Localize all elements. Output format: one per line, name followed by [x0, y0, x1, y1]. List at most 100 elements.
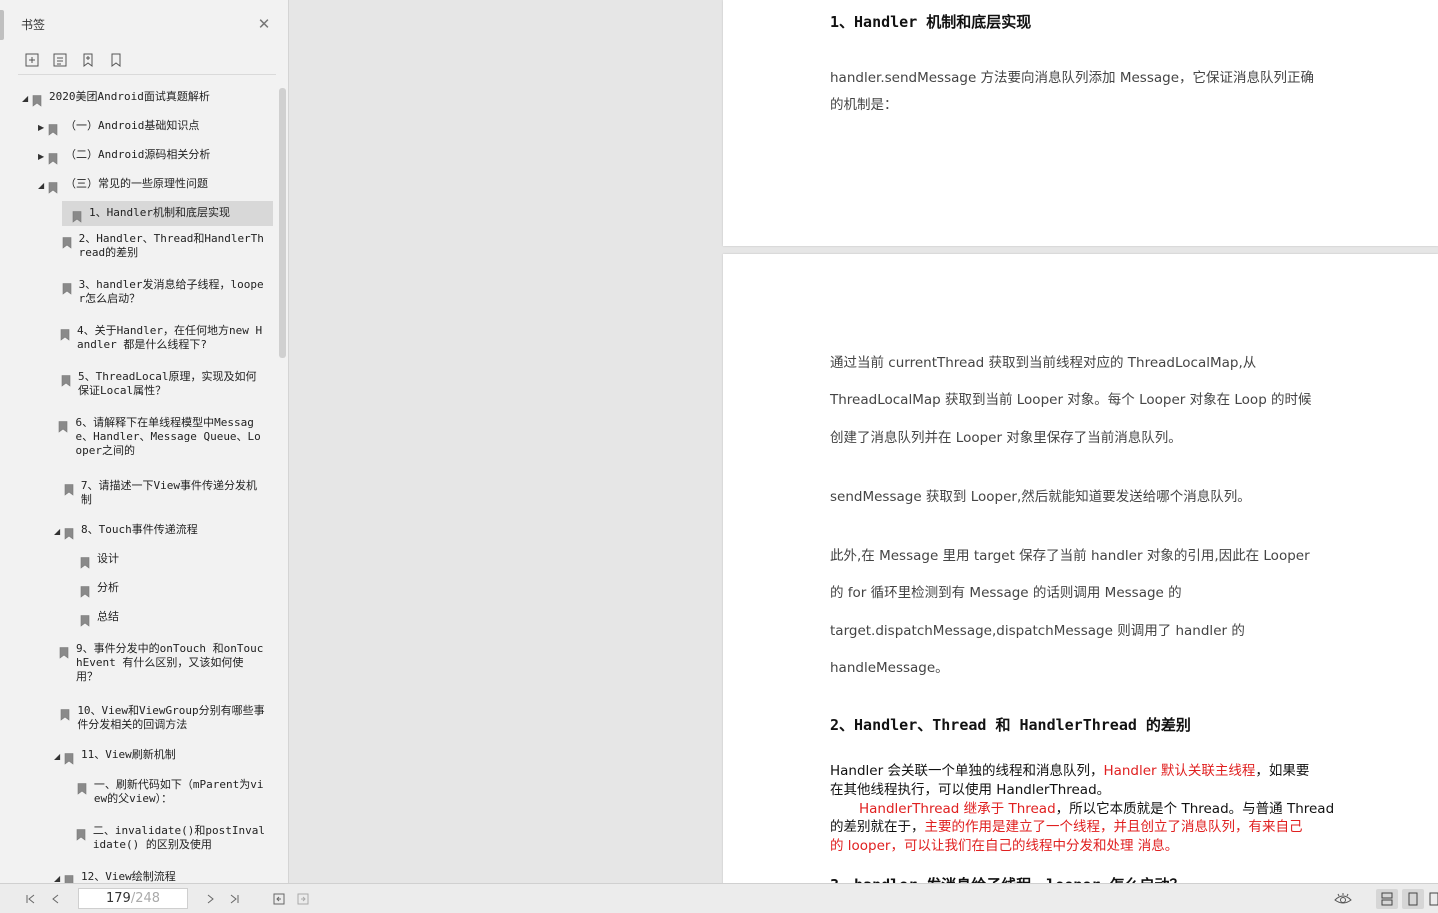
bookmark-label: 6、请解释下在单线程模型中Message、Handler、Message Que… — [75, 416, 261, 457]
collapse-triangle-icon[interactable]: ◢ — [54, 526, 64, 538]
bookmark-icon[interactable] — [106, 50, 126, 70]
bookmark-item[interactable]: ◢ （三）常见的一些原理性问题 — [38, 177, 265, 194]
collapse-triangle-icon[interactable]: ◢ — [38, 180, 48, 192]
last-page-icon[interactable] — [225, 890, 243, 908]
paragraph-line: 通过当前 currentThread 获取到当前线程对应的 ThreadLoca… — [830, 355, 1257, 371]
bookmark-item[interactable]: ◢ 8、Touch事件传递流程 — [54, 523, 265, 540]
bookmark-item[interactable]: 总结 — [70, 610, 265, 627]
bookmark-icon — [80, 612, 92, 627]
bookmark-item[interactable]: ◢ 12、View绘制流程 — [54, 870, 265, 883]
collapse-triangle-icon[interactable]: ◢ — [54, 751, 64, 763]
bookmark-icon — [64, 525, 76, 540]
section-heading: 1、Handler 机制和底层实现 — [830, 13, 1032, 31]
bookmark-item[interactable]: ▶ （二）Android源码相关分析 — [38, 148, 265, 165]
first-page-icon[interactable] — [22, 890, 40, 908]
collapse-all-icon[interactable] — [50, 50, 70, 70]
bookmark-label: 5、ThreadLocal原理，实现及如何保证Local属性？ — [78, 370, 257, 397]
bookmark-icon — [58, 418, 70, 433]
bookmark-icon — [59, 644, 71, 659]
expand-triangle-icon[interactable]: ▶ — [38, 151, 48, 163]
bookmark-item[interactable]: ▶ （一）Android基础知识点 — [38, 119, 265, 136]
paragraph-line: 在其他线程执行，可以使用 HandlerThread。 — [830, 782, 1111, 798]
double-page-view-icon[interactable] — [1428, 890, 1438, 908]
text-span: ，如果要 — [1255, 763, 1310, 779]
expand-all-icon[interactable] — [22, 50, 42, 70]
pdf-page: 通过当前 currentThread 获取到当前线程对应的 ThreadLoca… — [723, 254, 1438, 883]
sidebar-toolbar — [22, 50, 126, 70]
paragraph-line: target.dispatchMessage,dispatchMessage 则… — [830, 623, 1245, 639]
bookmark-item[interactable]: ◢ 11、View刷新机制 — [54, 748, 265, 765]
bookmark-label: 一、刷新代码如下（mParent为view的父view）： — [93, 778, 264, 805]
bookmark-item[interactable]: 9、事件分发中的onTouch 和onTouchEvent 有什么区别，又该如何… — [54, 642, 265, 684]
bookmark-item[interactable]: ◢ 2020美团Android面试真题解析 — [22, 90, 265, 107]
bookmark-item[interactable]: 2、Handler、Thread和HandlerThread的差别 — [54, 232, 265, 260]
paragraph-line: 的机制是： — [830, 97, 898, 113]
bookmark-item[interactable]: 10、View和ViewGroup分别有哪些事件分发相关的回调方法 — [54, 704, 265, 732]
page-number-input[interactable]: 179/248 — [78, 888, 188, 909]
paragraph-line: handler.sendMessage 方法要向消息队列添加 Message，它… — [830, 70, 1314, 86]
bookmark-item[interactable]: 7、请描述一下View事件传递分发机制 — [54, 479, 265, 507]
section-heading: 2、Handler、Thread 和 HandlerThread 的差别 — [830, 716, 1191, 734]
paragraph-line: sendMessage 获取到 Looper,然后就能知道要发送给哪个消息队列。 — [830, 489, 1251, 505]
document-view[interactable]: 1、Handler 机制和底层实现 handler.sendMessage 方法… — [290, 0, 1438, 883]
sidebar-scrollbar[interactable] — [279, 88, 286, 358]
prev-page-icon[interactable] — [47, 890, 65, 908]
pdf-page: 1、Handler 机制和底层实现 handler.sendMessage 方法… — [723, 0, 1438, 246]
expand-triangle-icon[interactable]: ▶ — [38, 122, 48, 134]
paragraph-line: 的差别就在于，主要的作用是建立了一个线程，并且创立了消息队列，有来自己 — [830, 815, 1303, 835]
collapse-triangle-icon[interactable]: ◢ — [54, 873, 64, 883]
highlight-text: 主要的作用是建立了一个线程，并且创立了消息队列，有来自己 — [924, 819, 1303, 835]
bookmark-icon — [60, 706, 72, 721]
bookmark-item[interactable]: 6、请解释下在单线程模型中Message、Handler、Message Que… — [54, 416, 265, 458]
bookmark-label: 1、Handler机制和底层实现 — [89, 206, 230, 219]
bookmark-item[interactable]: 3、handler发消息给子线程，looper怎么启动？ — [54, 278, 265, 306]
add-bookmark-icon[interactable] — [78, 50, 98, 70]
bookmark-item[interactable]: 分析 — [70, 581, 265, 598]
bookmark-label: 9、事件分发中的onTouch 和onTouchEvent 有什么区别，又该如何… — [76, 642, 264, 683]
paragraph-line: handleMessage。 — [830, 660, 949, 676]
bookmark-label: 总结 — [97, 610, 119, 623]
bookmark-label: 2020美团Android面试真题解析 — [49, 90, 210, 103]
bookmark-label: 10、View和ViewGroup分别有哪些事件分发相关的回调方法 — [77, 704, 265, 731]
bookmark-label: 2、Handler、Thread和HandlerThread的差别 — [78, 232, 264, 259]
eye-protection-icon[interactable] — [1333, 890, 1353, 908]
bookmark-label: 分析 — [97, 581, 119, 594]
bookmark-icon — [76, 826, 88, 841]
paragraph-line: 此外,在 Message 里用 target 保存了当前 handler 对象的… — [830, 548, 1310, 564]
rotate-right-icon[interactable] — [294, 890, 312, 908]
bookmark-item[interactable]: 设计 — [70, 552, 265, 569]
bookmark-icon — [80, 554, 92, 569]
collapse-triangle-icon[interactable]: ◢ — [22, 93, 32, 105]
bookmark-item[interactable]: 一、刷新代码如下（mParent为view的父view）： — [70, 778, 265, 806]
continuous-view-icon[interactable] — [1376, 889, 1398, 909]
bookmark-label: 设计 — [97, 552, 119, 565]
text-span: 的差别就在于， — [830, 819, 925, 835]
pdf-reader-window: 书签 ✕ ◢ 2020美团Android面试真题解析 ▶ （一）Android基础知识… — [0, 0, 1438, 913]
total-pages: /248 — [130, 891, 161, 906]
bookmark-item[interactable]: 5、ThreadLocal原理，实现及如何保证Local属性？ — [54, 370, 265, 398]
bookmark-sidebar: 书签 ✕ ◢ 2020美团Android面试真题解析 ▶ （一）Android基础知识… — [0, 0, 289, 883]
bookmark-label: 8、Touch事件传递流程 — [81, 523, 198, 536]
bookmark-icon — [48, 179, 60, 194]
bookmark-label: （三）常见的一些原理性问题 — [65, 177, 208, 190]
sidebar-title: 书签 — [21, 18, 46, 32]
single-page-view-icon[interactable] — [1402, 889, 1424, 909]
next-page-icon[interactable] — [201, 890, 219, 908]
rotate-left-icon[interactable] — [270, 890, 288, 908]
bookmark-item[interactable]: 4、关于Handler，在任何地方new Handler 都是什么线程下? — [54, 324, 265, 352]
bookmark-icon — [61, 372, 73, 387]
sidebar-divider — [18, 74, 276, 75]
bookmark-icon — [80, 583, 92, 598]
bookmark-icon — [48, 121, 60, 136]
close-icon[interactable]: ✕ — [256, 16, 272, 32]
bookmark-item[interactable]: 二、invalidate()和postInvalidate() 的区别及使用 — [70, 824, 265, 852]
bookmark-icon — [32, 92, 44, 107]
bookmark-icon — [64, 750, 76, 765]
bookmark-item[interactable]: 1、Handler机制和底层实现 — [62, 201, 273, 226]
sidebar-grip[interactable] — [0, 10, 4, 40]
